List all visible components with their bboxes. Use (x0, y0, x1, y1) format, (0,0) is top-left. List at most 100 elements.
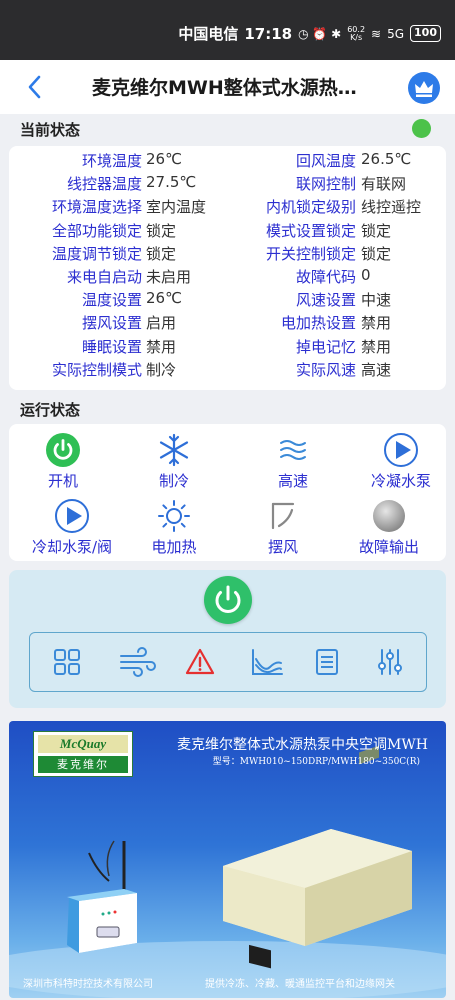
run-item-power: 开机 (13, 432, 113, 491)
status-value: 室内温度 (146, 198, 207, 217)
crown-icon[interactable] (408, 72, 440, 104)
status-label: 线控器温度 (66, 175, 142, 194)
product-banner: McQuay 麦克维尔 麦克维尔整体式水源热泵中央空调MWH 型号：MWH010… (9, 721, 446, 998)
run-item-label: 开机 (47, 472, 78, 490)
power-button[interactable] (204, 576, 252, 624)
pump-play-icon (55, 499, 89, 533)
status-value: 高速 (361, 360, 392, 379)
status-label: 电加热设置 (280, 314, 356, 333)
notification-icons: ◷ ⏰ ✱ (298, 26, 342, 41)
status-row: 全部功能锁定 锁定 模式设置锁定 锁定 (9, 220, 446, 243)
banner-model: 型号：MWH010~150DRP/MWH180~350C(R) (212, 757, 420, 767)
run-item-label: 冷凝水泵 (370, 472, 431, 490)
status-value: 0 (361, 266, 371, 284)
status-label: 内机锁定级别 (265, 198, 356, 217)
current-status-title: 当前状态 (20, 121, 81, 139)
status-value: 启用 (146, 314, 177, 333)
status-row: 线控器温度 27.5℃ 联网控制 有联网 (9, 173, 446, 196)
grid-menu-icon[interactable] (52, 647, 82, 677)
status-row: 温度调节锁定 锁定 开关控制锁定 锁定 (9, 243, 446, 266)
banner-title: 麦克维尔整体式水源热泵中央空调MWH (177, 737, 428, 753)
status-label: 实际控制模式 (51, 360, 142, 379)
settings-sliders-icon[interactable] (375, 647, 405, 677)
network-speed: 60.2 K/s (347, 24, 366, 42)
list-document-icon[interactable] (312, 647, 342, 677)
swing-icon (271, 502, 295, 530)
run-item-cooling: 制冷 (124, 432, 224, 491)
fan-mode-icon[interactable] (118, 647, 158, 677)
alarm-warning-icon[interactable] (185, 647, 215, 677)
status-label: 温度设置 (81, 291, 142, 310)
run-item-condensate-pump: 冷凝水泵 (351, 432, 451, 491)
run-status-title: 运行状态 (20, 401, 81, 419)
status-label: 模式设置锁定 (265, 221, 356, 240)
status-value: 27.5℃ (146, 173, 197, 192)
status-value: 有联网 (361, 175, 407, 194)
status-value: 锁定 (361, 221, 392, 240)
run-item-label: 制冷 (158, 472, 189, 490)
run-item-label: 故障输出 (358, 538, 419, 556)
clock-time: 17:18 (244, 24, 293, 43)
status-label: 风速设置 (295, 291, 356, 310)
status-row: 来电自启动 未启用 故障代码 0 (9, 266, 446, 289)
status-value: 中速 (361, 291, 392, 310)
company-slogan: 提供冷冻、冷藏、暖通监控平台和边缘网关 (205, 979, 395, 990)
status-label: 来电自启动 (66, 268, 142, 286)
battery-indicator: 100 (410, 25, 441, 42)
status-value: 26℃ (146, 150, 182, 168)
run-item-label: 摆风 (267, 538, 298, 556)
run-item-electric-heat: 电加热 (124, 498, 224, 557)
pump-play-icon (384, 433, 418, 467)
status-label: 开关控制锁定 (265, 244, 356, 263)
power-button-icon (215, 585, 241, 614)
status-label: 联网控制 (295, 175, 356, 194)
status-label: 全部功能锁定 (51, 221, 142, 240)
current-status-card: 环境温度 26℃ 回风温度 26.5℃ 线控器温度 27.5℃ 联网控制 有联网 环境温度选择室… (9, 146, 446, 390)
status-label: 温度调节锁定 (51, 244, 142, 263)
status-label: 故障代码 (295, 268, 356, 286)
run-item-label: 冷却水泵/阀 (31, 538, 113, 556)
status-row: 实际控制模式 制冷 实际风速 高速 (9, 359, 446, 382)
wifi-icon: ≋ (371, 26, 382, 41)
sun-heat-icon (158, 500, 190, 532)
status-value: 锁定 (146, 221, 177, 240)
status-row: 睡眠设置 禁用 掉电记忆 禁用 (9, 336, 446, 359)
status-row: 摆风设置 启用 电加热设置 禁用 (9, 312, 446, 335)
power-on-icon (46, 433, 80, 467)
status-label: 睡眠设置 (81, 337, 142, 356)
carrier-name: 中国电信 (178, 25, 239, 43)
mcquay-logo: McQuay 麦克维尔 (33, 731, 133, 777)
company-name: 深圳市科特时控技术有限公司 (23, 979, 153, 990)
status-value: 26.5℃ (361, 150, 412, 168)
status-value: 禁用 (361, 337, 392, 356)
system-status-bar: 中国电信 17:18 ◷ ⏰ ✱ 60.2 K/s ≋ 5G 100 (0, 0, 455, 60)
status-value: 锁定 (361, 244, 392, 263)
run-item-fault-output: 故障输出 (339, 498, 439, 557)
function-toolbar (29, 632, 427, 692)
status-value: 线控遥控 (361, 198, 422, 217)
online-status-indicator (412, 119, 431, 138)
status-label: 掉电记忆 (295, 337, 356, 356)
signal-label: 5G (387, 26, 405, 41)
status-label: 实际风速 (295, 360, 356, 379)
run-item-speed: 高速 (243, 432, 343, 491)
trend-chart-icon[interactable] (250, 647, 284, 677)
run-status-card: 开机 制冷 高速 冷凝水泵 冷却水泵/阀 电加热 摆风 故障输出 (9, 424, 446, 561)
control-panel (9, 570, 446, 708)
status-row: 环境温度选择 室内温度 内机锁定级别 线控遥控 (9, 196, 446, 219)
status-value: 26℃ (146, 289, 182, 308)
status-value: 未启用 (146, 268, 192, 286)
status-value: 禁用 (361, 314, 392, 333)
status-label: 摆风设置 (81, 314, 142, 333)
run-item-cooling-pump: 冷却水泵/阀 (22, 498, 122, 557)
status-value: 制冷 (146, 360, 177, 379)
run-item-label: 电加热 (151, 538, 197, 556)
fault-indicator-icon (373, 500, 405, 532)
app-header: 麦克维尔MWH整体式水源热… (0, 60, 455, 114)
wind-speed-icon (280, 440, 306, 460)
run-item-swing: 摆风 (233, 498, 333, 557)
page-title: 麦克维尔MWH整体式水源热… (92, 77, 357, 99)
status-label: 回风温度 (295, 152, 356, 170)
chevron-left-icon[interactable] (22, 72, 48, 102)
status-row: 温度设置 26℃ 风速设置 中速 (9, 289, 446, 312)
